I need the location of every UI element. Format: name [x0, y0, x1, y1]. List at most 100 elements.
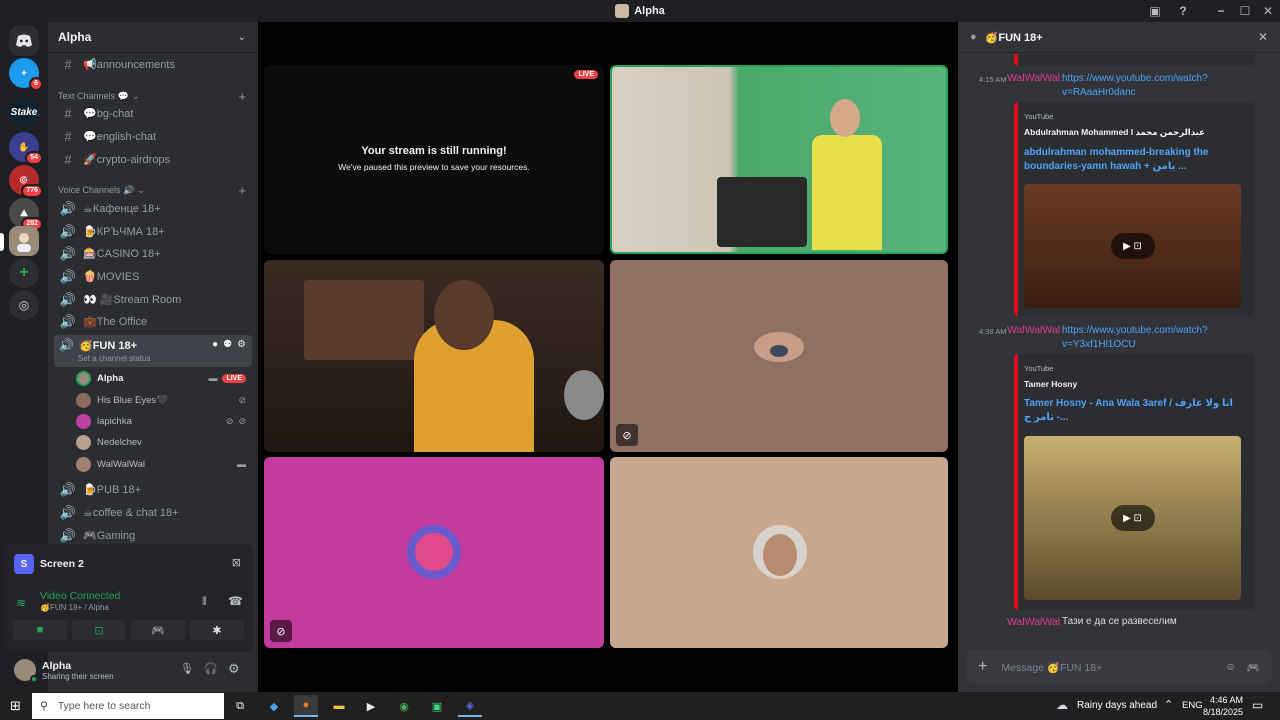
category-voice-channels[interactable]: Voice Channels 🔊 ⌄ + — [58, 183, 246, 198]
video-tile-speaking[interactable] — [610, 65, 948, 254]
channel-status[interactable]: Set a channel status — [78, 354, 151, 363]
emoji-icon[interactable]: ☺ — [1225, 661, 1236, 673]
android-app-icon[interactable]: ▣ — [425, 695, 449, 717]
voice-user[interactable]: His Blue Eyes🖤 ⊘ — [76, 390, 252, 410]
embed-author[interactable]: Tamer Hosny — [1024, 379, 1077, 389]
maximize-button[interactable]: ☐ — [1233, 0, 1257, 22]
media-player-icon[interactable]: ▶ — [359, 695, 383, 717]
close-button[interactable]: ✕ — [1256, 0, 1280, 22]
app-icon[interactable]: ◆ — [262, 695, 286, 717]
server-icon-5[interactable]: ⛰ 282 — [9, 198, 43, 231]
chrome-icon[interactable]: ◉ — [392, 695, 416, 717]
soundboard-button[interactable]: ✱ — [190, 620, 244, 640]
voice-channel[interactable]: 🔊 🍺PUB 18+ — [54, 479, 252, 500]
channel-label: 🎰CASINO 18+ — [83, 248, 161, 260]
channel-english-chat[interactable]: # 💬english-chat — [54, 126, 252, 147]
discord-taskbar-icon[interactable]: ◈ — [458, 695, 482, 717]
disconnect-icon[interactable]: ☎ — [228, 594, 243, 608]
server-badge: 776 — [21, 184, 43, 198]
voice-channel[interactable]: 🔊 ☕Кафенце 18+ — [54, 198, 252, 219]
stop-stream-icon[interactable]: ⊠ — [232, 556, 241, 569]
voice-channel[interactable]: 🔊 🎰CASINO 18+ — [54, 243, 252, 264]
close-chat-icon[interactable]: ✕ — [1258, 30, 1268, 44]
file-explorer-icon[interactable]: ▬ — [327, 695, 351, 717]
apps-icon[interactable]: 🎮 — [1247, 661, 1260, 674]
settings-gear-icon[interactable]: ⚙ — [228, 661, 240, 677]
avatar[interactable] — [14, 659, 38, 683]
channel-label: ☕coffee & chat 18+ — [83, 507, 179, 519]
embed-author[interactable]: Abdulrahman Mohammed I عبدالرحمن محمد — [1024, 127, 1205, 138]
voice-channel[interactable]: 🔊 💼The Office — [54, 311, 252, 332]
inbox-icon[interactable]: ▣ — [1143, 0, 1167, 22]
voice-user-alpha[interactable]: Alpha ▬ LIVE — [76, 368, 252, 388]
live-badge: LIVE — [222, 373, 246, 383]
server-header[interactable]: Alpha ⌄ — [48, 22, 258, 53]
voice-user[interactable]: lapichka ⊘ ⊘ — [76, 411, 252, 431]
activity-button[interactable]: 🎮 — [131, 620, 185, 640]
discover-icon[interactable]: ◎ — [9, 290, 39, 320]
voice-channel[interactable]: 🔊 ☕coffee & chat 18+ — [54, 502, 252, 523]
furniture — [304, 280, 424, 360]
firefox-icon[interactable]: ● — [294, 695, 318, 717]
chat-icon[interactable]: ● — [212, 339, 218, 350]
video-thumbnail[interactable]: ▶ ⊡ — [1024, 184, 1241, 308]
play-icon[interactable]: ▶ ⊡ — [1110, 505, 1155, 531]
taskbar-search[interactable]: ⚲ Type here to search — [32, 693, 224, 719]
voice-channel[interactable]: 🔊 🍿MOVIES — [54, 266, 252, 287]
discord-home-icon[interactable] — [9, 26, 39, 56]
add-channel-icon[interactable]: + — [238, 183, 246, 198]
connection-channel[interactable]: 🥳FUN 18+ / Alpha — [40, 603, 109, 612]
server-icon-stake[interactable]: Stake — [9, 97, 39, 127]
clock-time[interactable]: 4:46 AM — [1209, 695, 1243, 705]
signal-icon[interactable]: ≋ — [16, 596, 26, 610]
channel-announcements[interactable]: # 📢announcements — [54, 54, 252, 75]
add-attachment-icon[interactable]: + — [978, 658, 987, 676]
message-link[interactable]: https://www.youtube.com/watch?v=RAaaHr0d… — [1062, 72, 1222, 100]
add-server-icon[interactable]: + — [9, 258, 39, 288]
voice-user[interactable]: WalWalWal ▬ — [76, 454, 252, 474]
chevron-up-icon[interactable]: ⌃ — [1164, 698, 1173, 711]
own-stream-tile[interactable]: LIVE Your stream is still running! We've… — [264, 65, 604, 254]
share-screen-button[interactable]: ⊡ — [72, 620, 126, 640]
server-icon-3[interactable]: ✋ 54 — [9, 132, 43, 165]
server-icon-1[interactable]: ✦ 6 — [9, 58, 43, 91]
windows-start-icon[interactable]: ⊞ — [10, 698, 21, 714]
microphone-icon[interactable]: 🎙 — [180, 662, 194, 675]
channel-bg-chat[interactable]: # 💬bg-chat — [54, 103, 252, 124]
channel-crypto-airdrops[interactable]: # 🚀crypto-airdrops — [54, 149, 252, 170]
headphones-icon[interactable]: 🎧 — [204, 662, 218, 675]
video-thumbnail[interactable]: ▶ ⊡ — [1024, 436, 1241, 600]
task-view-icon[interactable]: ⧉ — [228, 695, 252, 717]
avatar-tile[interactable] — [610, 457, 948, 648]
server-icon-alpha[interactable] — [9, 226, 39, 256]
notifications-icon[interactable]: ▭ — [1252, 698, 1263, 712]
clock-date[interactable]: 8/18/2025 — [1200, 707, 1243, 717]
voice-channel[interactable]: 🔊 👀 🎥Stream Room — [54, 289, 252, 310]
message-composer[interactable]: + Message 🥳FUN 18+ ☺ 🎮 — [966, 650, 1272, 684]
help-icon[interactable]: ? — [1171, 0, 1195, 22]
noise-suppression-icon[interactable]: ⦀ — [202, 596, 207, 609]
embed-title[interactable]: abdulrahman mohammed-breaking the bounda… — [1024, 146, 1239, 174]
server-badge: 54 — [25, 151, 43, 165]
video-tile[interactable] — [264, 260, 604, 452]
category-text-channels[interactable]: Text Channels 💬 ⌄ + — [58, 89, 246, 104]
avatar-tile[interactable]: ⊘ — [264, 457, 604, 648]
invite-icon[interactable]: ⚉ — [223, 339, 232, 350]
voice-channel[interactable]: 🔊 🍺КРЪЧМА 18+ — [54, 221, 252, 242]
video-tile[interactable]: ⊘ — [610, 260, 948, 452]
message-author[interactable]: WalWalWal — [1007, 72, 1060, 84]
message-author[interactable]: WalWalWal — [1007, 616, 1060, 628]
camera-button[interactable]: ■ — [13, 620, 67, 640]
active-voice-channel[interactable]: 🔊 🥳FUN 18+ Set a channel status ● ⚉ ⚙ — [54, 335, 252, 367]
weather-text[interactable]: Rainy days ahead — [1077, 700, 1157, 711]
embed-title[interactable]: Tamer Hosny - Ana Wala 3aref / انا ولا ع… — [1024, 397, 1239, 425]
voice-user[interactable]: Nedelchev — [76, 432, 252, 452]
message-link[interactable]: https://www.youtube.com/watch?v=Y3xf1Hl1… — [1062, 324, 1222, 352]
add-channel-icon[interactable]: + — [238, 89, 246, 104]
minimize-button[interactable]: − — [1209, 0, 1233, 22]
message-author[interactable]: WalWalWal — [1007, 324, 1060, 336]
gear-icon[interactable]: ⚙ — [237, 339, 246, 350]
server-icon-4[interactable]: 🎯 776 — [9, 165, 43, 198]
play-icon[interactable]: ▶ ⊡ — [1110, 233, 1155, 259]
voice-channel[interactable]: 🔊 🎮Gaming — [54, 525, 252, 546]
